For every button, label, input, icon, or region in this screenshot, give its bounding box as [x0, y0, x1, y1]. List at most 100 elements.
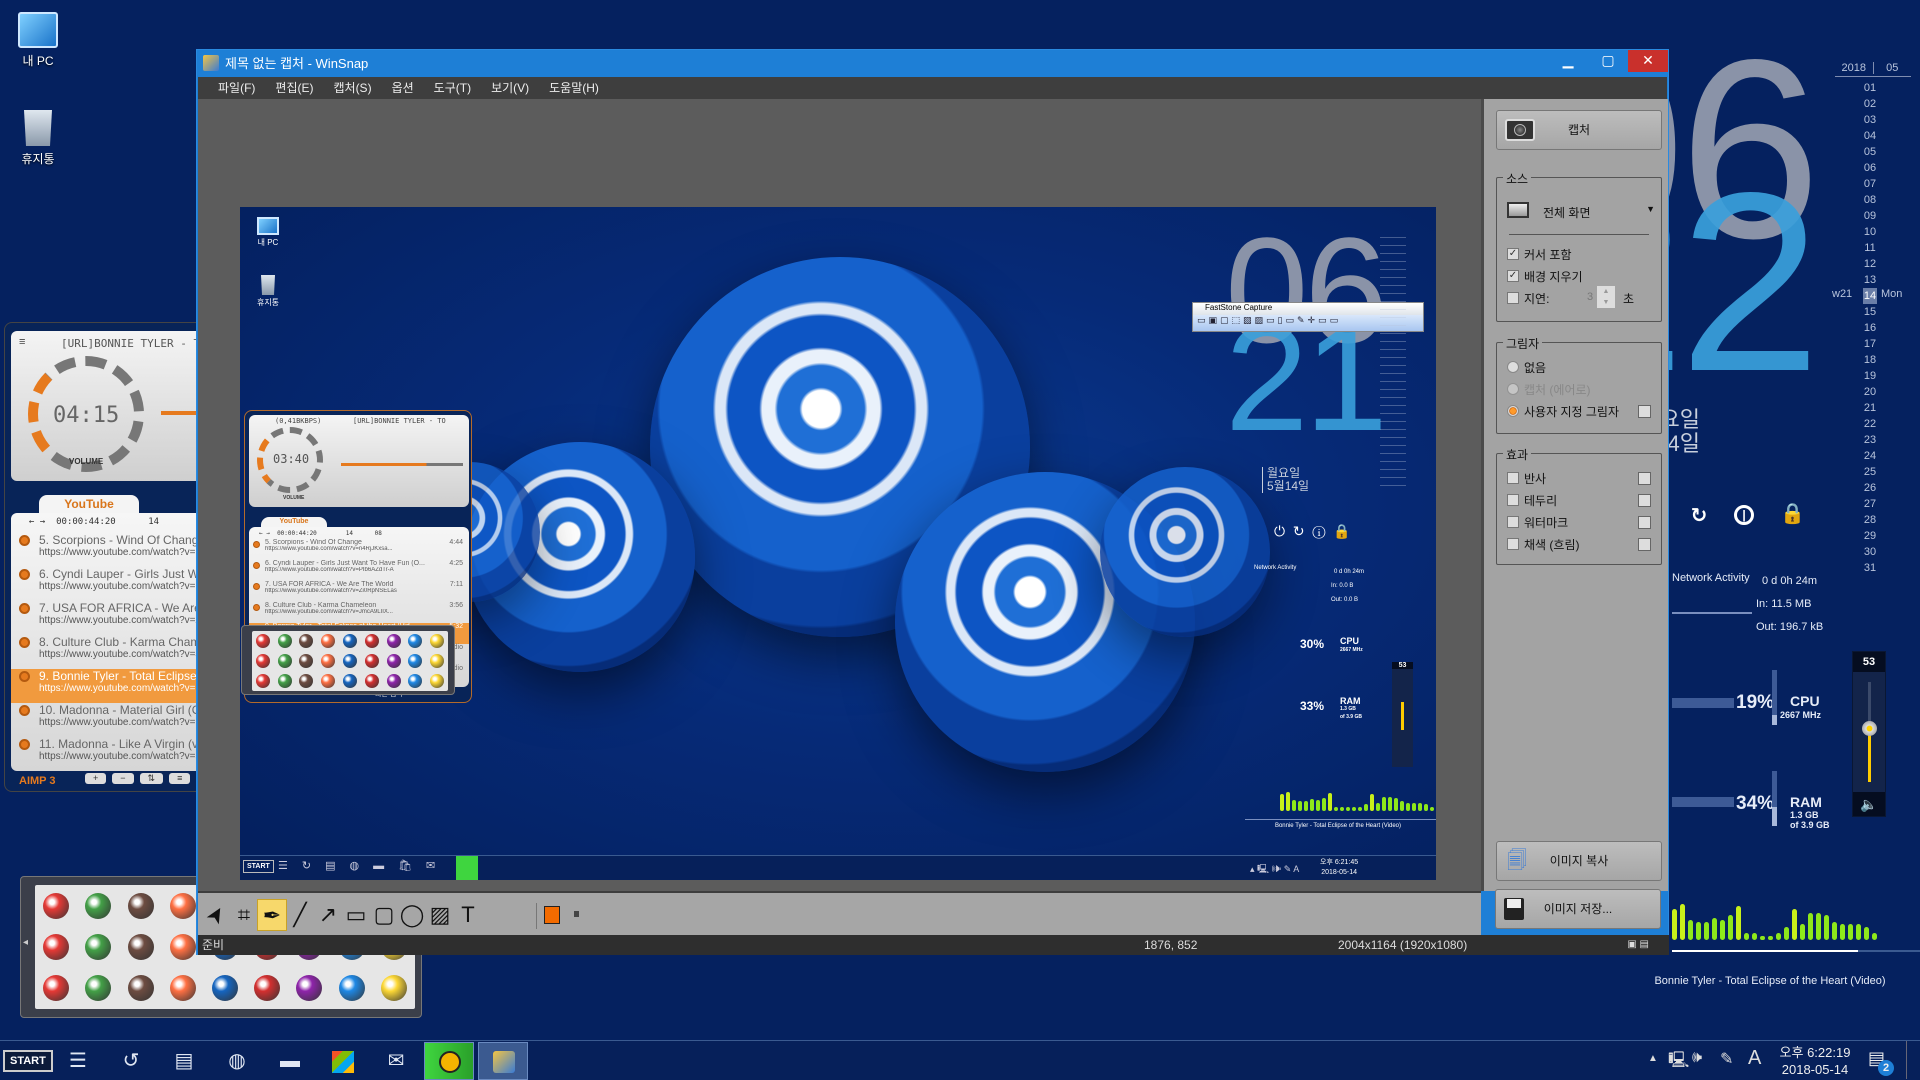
launcher-app-icon[interactable]	[127, 933, 154, 960]
delay-spinner[interactable]: ▲ ▼	[1597, 286, 1615, 308]
aimp-tab-youtube[interactable]: YouTube	[39, 495, 139, 513]
menu-item[interactable]: 옵션	[382, 77, 424, 99]
checkbox[interactable]: ✓	[1507, 248, 1519, 260]
launcher-app-icon[interactable]	[85, 933, 112, 960]
launcher-app-icon[interactable]	[169, 892, 196, 919]
title-bar[interactable]: 제목 없는 캡처 - WinSnap ▁ ▢ ✕	[197, 50, 1668, 77]
aimp-footer-button[interactable]: ⇅	[139, 773, 164, 784]
radio[interactable]	[1507, 383, 1519, 395]
radio[interactable]	[1507, 405, 1519, 417]
history-icon[interactable]: ↺	[115, 1045, 147, 1077]
start-button[interactable]: START	[3, 1050, 53, 1072]
aimp-footer-button[interactable]: −	[112, 773, 134, 784]
hatch-icon[interactable]: ▨	[425, 899, 455, 931]
aimp-footer-button[interactable]: ≡	[169, 773, 191, 784]
checkbox[interactable]	[1507, 292, 1519, 304]
launcher-app-icon[interactable]	[43, 933, 70, 960]
include-cursor-checkbox[interactable]: ✓ 커서 포함	[1507, 246, 1572, 262]
line-icon[interactable]: ╱	[285, 899, 315, 931]
shadow-settings-button[interactable]	[1638, 405, 1651, 418]
desktop-icon-recycle-bin[interactable]: 휴지통	[3, 110, 73, 167]
clear-background-checkbox[interactable]: ✓ 배경 지우기	[1507, 268, 1583, 284]
checkbox[interactable]	[1507, 494, 1519, 506]
aimp-footer-button[interactable]: +	[85, 773, 107, 784]
volume-slider[interactable]	[1862, 682, 1877, 782]
copy-image-button[interactable]: 🗐 이미지 복사	[1496, 841, 1662, 881]
restart-icon[interactable]: ↻	[1688, 505, 1710, 527]
pen-icon[interactable]: ✒	[257, 899, 287, 931]
aimp-menu-icon[interactable]: ≡	[19, 336, 25, 348]
show-hidden-icons[interactable]: ▲	[1648, 1053, 1658, 1064]
launcher-app-icon[interactable]	[43, 892, 70, 919]
rectangle-icon[interactable]: ▭	[341, 899, 371, 931]
checkbox[interactable]	[1507, 472, 1519, 484]
launcher-app-icon[interactable]	[85, 975, 112, 1002]
browser-globe-icon[interactable]: ◍	[221, 1045, 253, 1077]
task-view-icon[interactable]: ☰	[62, 1045, 94, 1077]
effect-checkbox[interactable]: 채색 (흐림)	[1507, 536, 1580, 552]
checkbox[interactable]	[1507, 538, 1519, 550]
checkbox[interactable]: ✓	[1507, 270, 1519, 282]
launcher-app-icon[interactable]	[380, 975, 407, 1002]
ellipse-icon[interactable]: ◯	[397, 899, 427, 931]
delay-value[interactable]: 3	[1587, 291, 1593, 303]
checkbox[interactable]	[1507, 516, 1519, 528]
text-icon[interactable]: T	[453, 899, 483, 931]
source-dropdown[interactable]: 전체 화면 ▼	[1507, 200, 1655, 224]
shadow-custom-radio[interactable]: 사용자 지정 그림자	[1507, 403, 1619, 419]
arrow-icon[interactable]: ↗	[313, 899, 343, 931]
calculator-icon[interactable]: ▤	[168, 1045, 200, 1077]
launcher-app-icon[interactable]	[254, 975, 281, 1002]
playlist-item[interactable]: 6. Cyndi Lauper - Girls Just Want To Hav…	[11, 567, 211, 601]
capture-button[interactable]: 캡처	[1496, 110, 1662, 150]
menu-item[interactable]: 도움말(H)	[539, 77, 609, 99]
volume-knob[interactable]	[1862, 721, 1877, 736]
minimize-button[interactable]: ▁	[1548, 50, 1588, 72]
crop-icon[interactable]: ⌗	[229, 899, 259, 931]
menu-item[interactable]: 캡처(S)	[323, 77, 381, 99]
file-explorer-icon[interactable]: ▬	[274, 1045, 306, 1077]
launcher-app-icon[interactable]	[127, 975, 154, 1002]
effect-checkbox[interactable]: 반사	[1507, 470, 1546, 486]
menu-item[interactable]: 보기(V)	[481, 77, 539, 99]
launcher-app-icon[interactable]	[43, 975, 70, 1002]
show-desktop-button[interactable]	[1906, 1041, 1918, 1079]
launcher-app-icon[interactable]	[211, 975, 238, 1002]
close-button[interactable]: ✕	[1628, 50, 1668, 72]
line-width-picker[interactable]	[574, 911, 579, 917]
effect-settings-button[interactable]	[1638, 472, 1651, 485]
store-icon[interactable]	[332, 1051, 354, 1073]
launcher-app-icon[interactable]	[169, 975, 196, 1002]
launcher-app-icon[interactable]	[338, 975, 365, 1002]
taskbar-winsnap[interactable]	[478, 1042, 528, 1080]
launcher-app-icon[interactable]	[127, 892, 154, 919]
effect-settings-button[interactable]	[1638, 516, 1651, 529]
volume-icon[interactable]: 🕪	[1692, 1049, 1702, 1067]
captured-image[interactable]: 내 PC 휴지통 PM 06 21 월요일 5월14일 FastStone Cap…	[240, 207, 1436, 880]
pen-tray-icon[interactable]: ✎	[1720, 1049, 1733, 1069]
shadow-none-radio[interactable]: 없음	[1507, 359, 1546, 375]
playlist-item[interactable]: 7. USA FOR AFRICA - We Are The Worldhttp…	[11, 601, 211, 635]
mail-icon[interactable]: ✉	[380, 1045, 412, 1077]
playlist-item[interactable]: 5. Scorpions - Wind Of Change https://www…	[11, 533, 211, 567]
launcher-app-icon[interactable]	[85, 892, 112, 919]
lock-icon[interactable]: 🔒	[1780, 503, 1805, 525]
speaker-icon[interactable]: 🔈	[1853, 792, 1885, 816]
effect-settings-button[interactable]	[1638, 538, 1651, 551]
notification-center-icon[interactable]: ▤ 2	[1868, 1048, 1894, 1076]
maximize-button[interactable]: ▢	[1588, 50, 1628, 72]
shutdown-icon[interactable]: |	[1734, 505, 1754, 525]
playlist-item[interactable]: 9. Bonnie Tyler - Total Eclipse of the H…	[11, 669, 211, 703]
color-picker[interactable]	[544, 906, 560, 924]
effect-checkbox[interactable]: 워터마크	[1507, 514, 1568, 530]
dock-scroll-left[interactable]: ◂	[23, 937, 28, 948]
track-progress[interactable]	[1672, 950, 1920, 952]
delay-checkbox[interactable]: 지연:	[1507, 290, 1549, 306]
menu-item[interactable]: 파일(F)	[208, 77, 265, 99]
shadow-aero-radio[interactable]: 캡처 (에어로)	[1507, 381, 1591, 397]
menu-item[interactable]: 편집(E)	[265, 77, 323, 99]
launcher-app-icon[interactable]	[296, 975, 323, 1002]
effect-settings-button[interactable]	[1638, 494, 1651, 507]
taskbar-aimp[interactable]	[424, 1042, 474, 1080]
menu-item[interactable]: 도구(T)	[424, 77, 481, 99]
